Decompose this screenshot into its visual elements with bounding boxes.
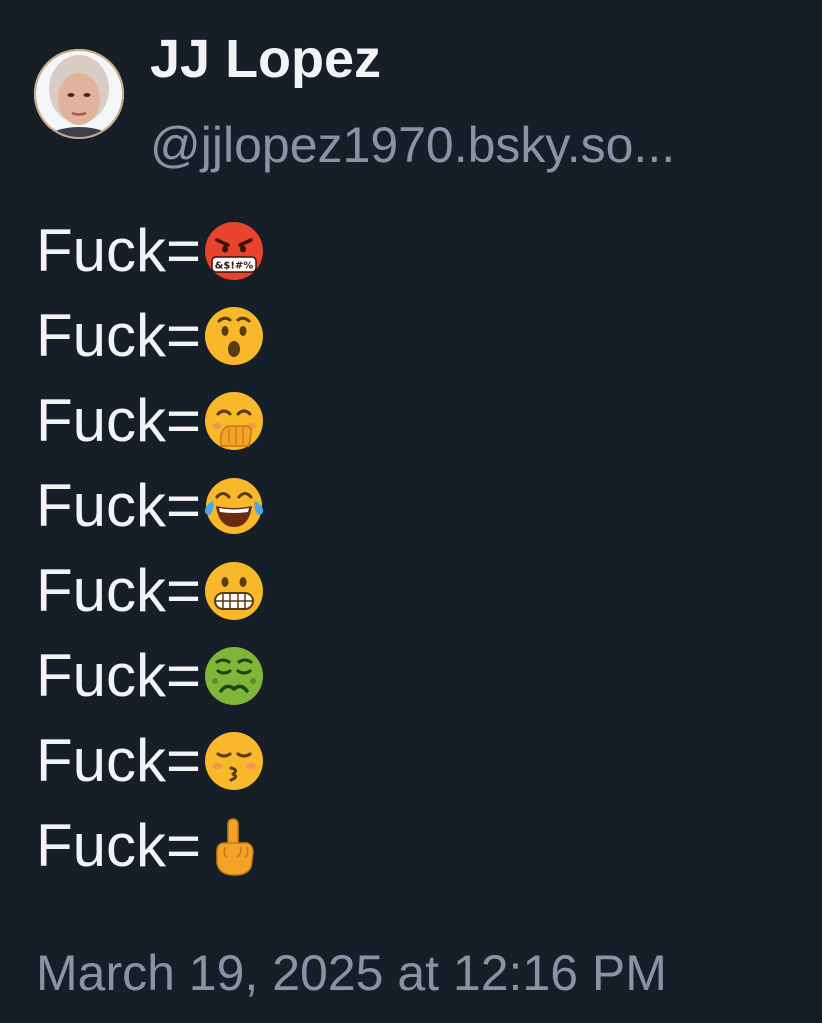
post-line-text: Fuck= (36, 302, 202, 369)
post-line-text: Fuck= (36, 472, 202, 539)
author-display-name[interactable]: JJ Lopez (150, 24, 381, 94)
post-timestamp[interactable]: March 19, 2025 at 12:16 PM (36, 940, 667, 1006)
kissing-face-closed-eyes-icon (203, 730, 265, 792)
post-line-text: Fuck= (36, 727, 202, 794)
post-body: Fuck= &$!#% Fuck= Fuck= Fuck= Fuck= Fuck… (36, 208, 265, 888)
post-line-text: Fuck= (36, 812, 202, 879)
enraged-face-with-symbols-icon: &$!#% (203, 220, 265, 282)
author-handle[interactable]: @jjlopez1970.bsky.so... (150, 110, 675, 180)
avatar[interactable] (34, 49, 124, 139)
post-line: Fuck= (36, 293, 265, 378)
post-line-text: Fuck= (36, 387, 202, 454)
post-line: Fuck= (36, 463, 265, 548)
post-line: Fuck= &$!#% (36, 208, 265, 293)
grimacing-face-icon (203, 560, 265, 622)
post-line-text: Fuck= (36, 642, 202, 709)
middle-finger-icon (203, 815, 265, 877)
face-with-tears-of-joy-icon (203, 475, 265, 537)
emoji-symbols-text: &$!#% (215, 260, 254, 271)
hushed-surprised-face-icon (203, 305, 265, 367)
post-line: Fuck= (36, 378, 265, 463)
avatar-image (34, 49, 124, 139)
post-line-text: Fuck= (36, 217, 202, 284)
nauseated-face-icon (203, 645, 265, 707)
post-line: Fuck= (36, 718, 265, 803)
post-line: Fuck= (36, 548, 265, 633)
post-line: Fuck= (36, 633, 265, 718)
post-line-text: Fuck= (36, 557, 202, 624)
post: JJ Lopez @jjlopez1970.bsky.so... Fuck= &… (0, 0, 822, 1023)
face-with-hand-over-mouth-icon (203, 390, 265, 452)
post-line: Fuck= (36, 803, 265, 888)
